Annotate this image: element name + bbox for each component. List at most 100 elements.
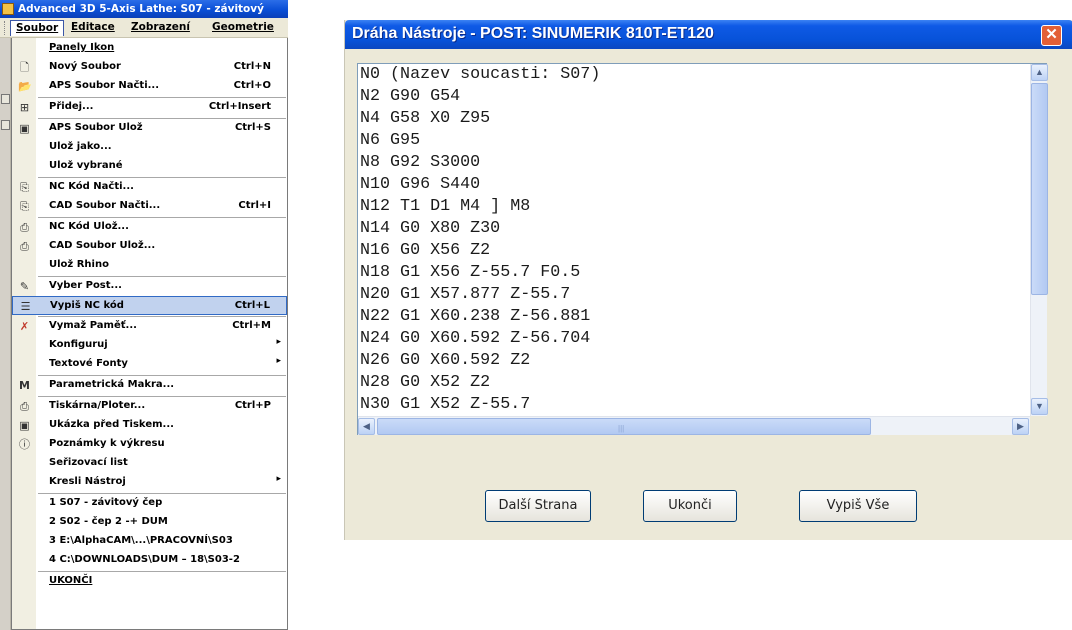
menu-item-panely-ikon[interactable]: Panely Ikon	[12, 39, 287, 58]
scrollbar-corner	[1030, 416, 1047, 435]
printer-icon: ⎙	[20, 400, 29, 413]
vertical-scroll-thumb[interactable]	[1031, 83, 1048, 295]
code-line: N22 G1 X60.238 Z-56.881	[360, 307, 591, 326]
menu-item-label: Vyber Post...	[49, 280, 122, 291]
menu-item-aps-soubor-nacti[interactable]: 📂 APS Soubor Načti... Ctrl+O	[12, 77, 287, 96]
menu-zobrazeni[interactable]: Zobrazení	[126, 20, 195, 36]
menu-item-cad-soubor-uloz[interactable]: ⎙ CAD Soubor Ulož...	[12, 237, 287, 256]
open-folder-icon: 📂	[18, 80, 32, 93]
code-line: N28 G0 X52 Z2	[360, 373, 491, 392]
app-title: Advanced 3D 5-Axis Lathe: S07 - závitový	[18, 3, 264, 15]
menu-item-shortcut: Ctrl+O	[233, 80, 271, 91]
menu-item-recent-file[interactable]: 1 S07 - závitový čep	[12, 494, 287, 513]
menu-item-recent-file[interactable]: 2 S02 - čep 2 -+ DUM	[12, 513, 287, 532]
code-line: N2 G90 G54	[360, 87, 461, 106]
menu-item-label: Poznámky k výkresu	[49, 438, 165, 449]
menu-item-label: Přidej...	[49, 101, 94, 112]
menu-item-parametricka-makra[interactable]: M Parametrická Makra...	[12, 376, 287, 395]
post-icon: ✎	[19, 280, 30, 293]
nc-toolpath-dialog: Dráha Nástroje - POST: SINUMERIK 810T-ET…	[344, 20, 1072, 540]
menu-item-shortcut: Ctrl+S	[234, 122, 271, 133]
menu-item-uloz-rhino[interactable]: Ulož Rhino	[12, 256, 287, 275]
menu-item-label: Ukázka před Tiskem...	[49, 419, 174, 430]
menu-item-cad-soubor-nacti[interactable]: ⎘ CAD Soubor Načti... Ctrl+I	[12, 197, 287, 216]
menu-item-label: APS Soubor Ulož	[49, 122, 143, 133]
code-line: N8 G92 S3000	[360, 153, 481, 172]
close-dialog-button[interactable]: Ukonči	[643, 490, 737, 522]
menu-item-serizovaci-list[interactable]: Seřizovací list	[12, 454, 287, 473]
menu-item-label: Nový Soubor	[49, 61, 121, 72]
menu-bar: Soubor Editace Zobrazení Geometrie	[0, 18, 288, 38]
code-line: N20 G1 X57.877 Z-55.7	[360, 285, 571, 304]
menu-item-label: APS Soubor Načti...	[49, 80, 160, 91]
menu-item-label: Kresli Nástroj	[49, 476, 126, 487]
next-page-button[interactable]: Další Strana	[485, 490, 591, 522]
toolstrip-button[interactable]	[1, 120, 10, 130]
menu-item-vyber-post[interactable]: ✎ Vyber Post...	[12, 277, 287, 296]
horizontal-scroll-thumb[interactable]: |||	[377, 418, 871, 435]
menu-item-shortcut: Ctrl+L	[234, 300, 270, 311]
menu-item-label: NC Kód Ulož...	[49, 221, 129, 232]
menu-item-recent-file[interactable]: 4 C:\DOWNLOADS\DUM – 18\S03-2	[12, 551, 287, 570]
menu-item-vymaz-pamet[interactable]: ✗ Vymaž Paměť... Ctrl+M	[12, 317, 287, 336]
vertical-scrollbar[interactable]: ▲ ▼	[1030, 64, 1048, 416]
menu-soubor[interactable]: Soubor	[10, 20, 65, 36]
scroll-left-icon[interactable]: ◀	[358, 418, 375, 435]
scroll-down-icon[interactable]: ▼	[1031, 398, 1048, 415]
menu-item-pridej[interactable]: ⊞ Přidej... Ctrl+Insert	[12, 98, 287, 117]
menu-item-tiskarna-ploter[interactable]: ⎙ Tiskárna/Ploter... Ctrl+P	[12, 397, 287, 416]
menu-item-label: 1 S07 - závitový čep	[49, 497, 163, 508]
menu-item-label: Parametrická Makra...	[49, 379, 175, 390]
menu-item-vypis-nc-kod[interactable]: ☰ Vypiš NC kód Ctrl+L	[12, 296, 287, 315]
close-icon[interactable]: ✕	[1041, 25, 1062, 46]
menu-item-label: Konfiguruj	[49, 339, 108, 350]
app-titlebar: Advanced 3D 5-Axis Lathe: S07 - závitový	[0, 0, 288, 18]
menu-item-textove-fonty[interactable]: Textové Fonty ▸	[12, 355, 287, 374]
menu-item-label: Vypiš NC kód	[50, 300, 124, 311]
menu-item-konfiguruj[interactable]: Konfiguruj ▸	[12, 336, 287, 355]
code-line: N10 G96 S440	[360, 175, 481, 194]
menu-item-recent-file[interactable]: 3 E:\AlphaCAM\...\PRACOVNÍ\S03	[12, 532, 287, 551]
code-line: N12 T1 D1 M4 ] M8	[360, 197, 531, 216]
save-icon: ▣	[19, 122, 30, 135]
menu-item-shortcut: Ctrl+M	[232, 320, 271, 331]
menu-geometrie[interactable]: Geometrie	[207, 20, 279, 36]
menu-item-nc-kod-nacti[interactable]: ⎘ NC Kód Načti...	[12, 178, 287, 197]
menu-item-uloz-vybrane[interactable]: Ulož vybrané	[12, 157, 287, 176]
menu-item-nc-kod-uloz[interactable]: ⎙ NC Kód Ulož...	[12, 218, 287, 237]
menu-item-novy-soubor[interactable]: 🗋 Nový Soubor Ctrl+N	[12, 58, 287, 77]
horizontal-scrollbar[interactable]: ◀ ||| ▶	[358, 416, 1030, 435]
menu-item-aps-soubor-uloz[interactable]: ▣ APS Soubor Ulož Ctrl+S	[12, 119, 287, 138]
nc-code-listing[interactable]: N0 (Nazev soucasti: S07) N2 G90 G54 N4 G…	[357, 63, 1048, 435]
menu-item-shortcut: Ctrl+N	[233, 61, 271, 72]
new-file-icon: 🗋	[20, 61, 29, 74]
menu-item-uloz-jako[interactable]: Ulož jako...	[12, 138, 287, 157]
code-line: N16 G0 X56 Z2	[360, 241, 491, 260]
menu-item-label: Seřizovací list	[49, 457, 128, 468]
menu-item-poznamky-k-vykresu[interactable]: ⓘ Poznámky k výkresu	[12, 435, 287, 454]
menu-item-ukazka-pred-tiskem[interactable]: ▣ Ukázka před Tiskem...	[12, 416, 287, 435]
dialog-title: Dráha Nástroje - POST: SINUMERIK 810T-ET…	[352, 25, 714, 42]
menu-item-shortcut: Ctrl+Insert	[208, 101, 271, 112]
list-icon: ☰	[20, 300, 31, 313]
cad-save-icon: ⎙	[20, 240, 29, 253]
cad-app-window: Advanced 3D 5-Axis Lathe: S07 - závitový…	[0, 0, 288, 630]
code-line: N24 G0 X60.592 Z-56.704	[360, 329, 591, 348]
menu-item-label: Vymaž Paměť...	[49, 320, 137, 331]
toolbar-grip[interactable]	[4, 21, 7, 35]
menu-item-kresli-nastroj[interactable]: Kresli Nástroj ▸	[12, 473, 287, 492]
macro-icon: M	[19, 379, 30, 392]
scroll-up-icon[interactable]: ▲	[1031, 64, 1048, 81]
code-line: N0 (Nazev soucasti: S07)	[360, 65, 601, 84]
print-all-button[interactable]: Vypiš Vše	[799, 490, 917, 522]
menu-item-label: UKONČI	[49, 575, 93, 586]
code-line: N18 G1 X56 Z-55.7 F0.5	[360, 263, 581, 282]
scroll-right-icon[interactable]: ▶	[1012, 418, 1029, 435]
nc-open-icon: ⎘	[20, 181, 29, 194]
toolstrip-button[interactable]	[1, 94, 10, 104]
submenu-arrow-icon: ▸	[276, 356, 281, 366]
menu-editace[interactable]: Editace	[66, 20, 120, 36]
info-icon: ⓘ	[19, 438, 30, 451]
menu-item-ukonci[interactable]: UKONČI	[12, 572, 287, 591]
code-line: N6 G95	[360, 131, 421, 150]
